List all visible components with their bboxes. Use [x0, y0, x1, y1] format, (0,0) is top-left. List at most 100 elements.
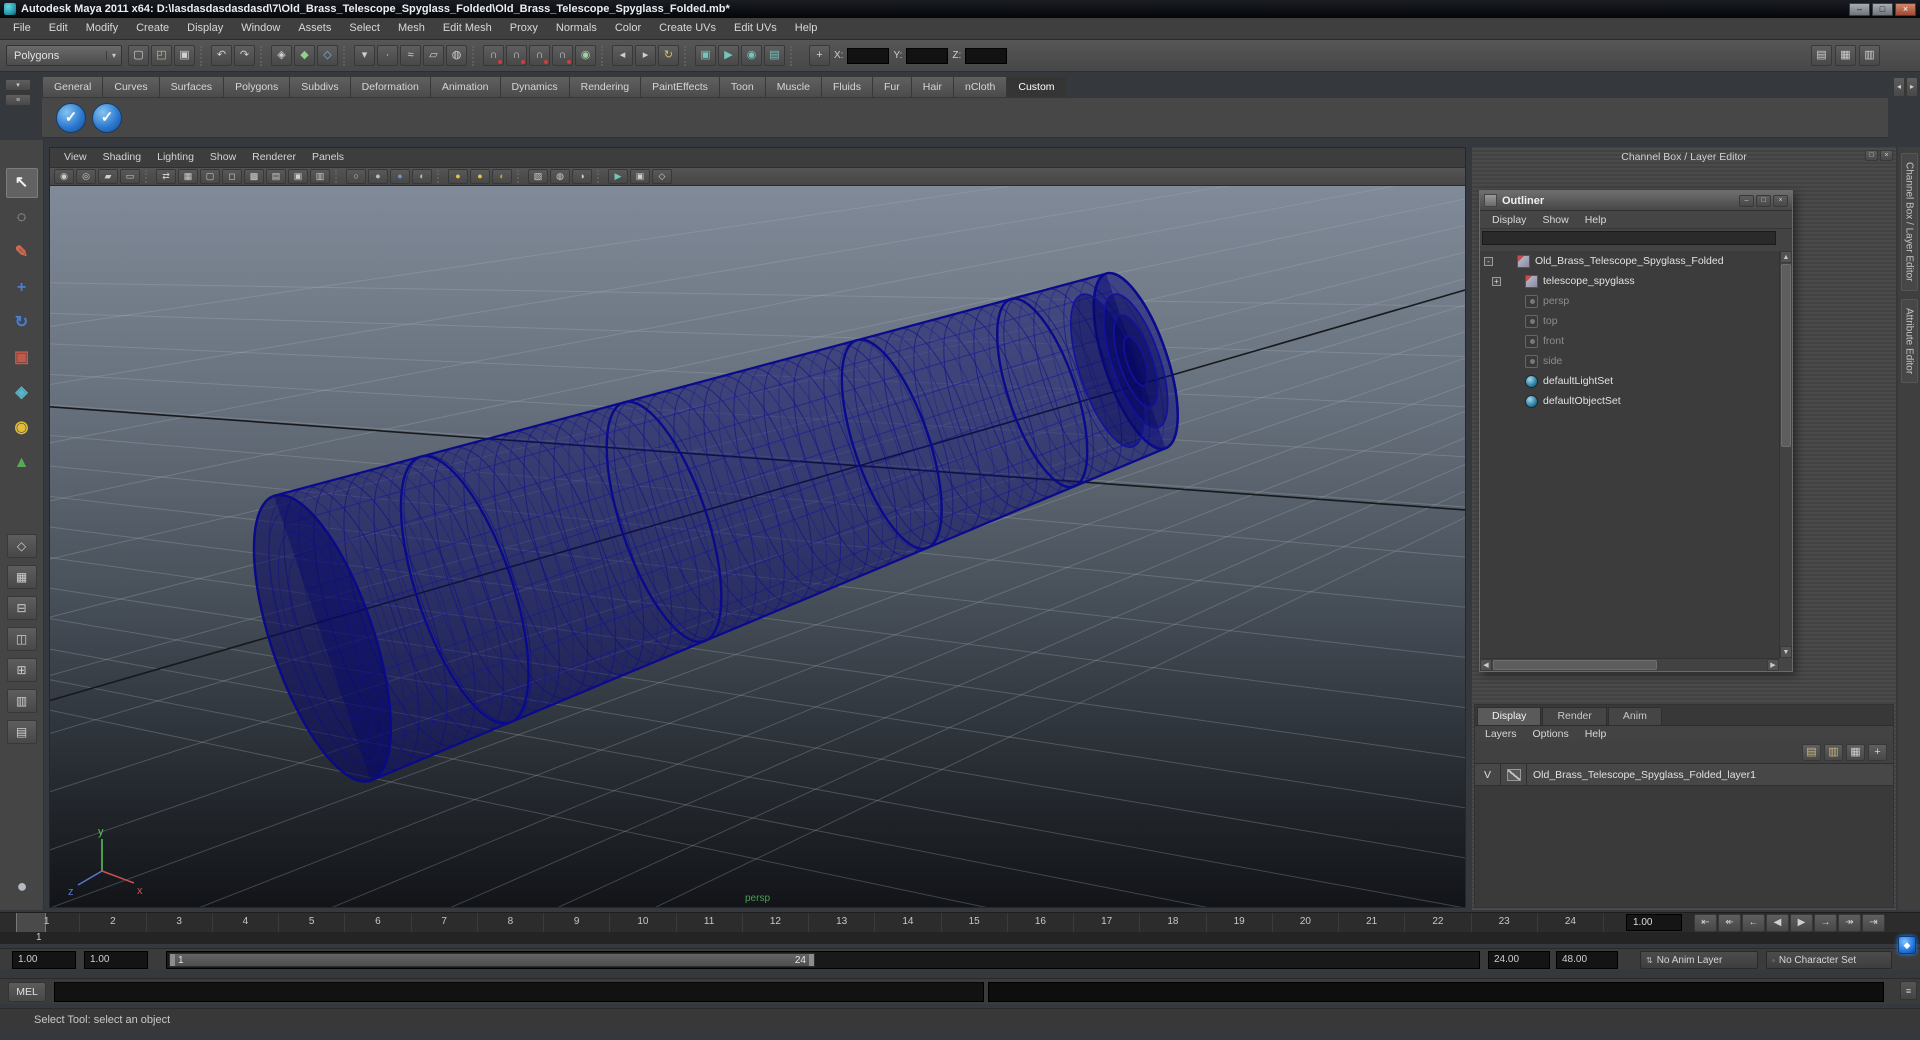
- le-menu-help[interactable]: Help: [1577, 726, 1615, 741]
- outliner-vertical-scrollbar[interactable]: ▲ ▼: [1779, 251, 1792, 658]
- side-tab-channel-box-layer-editor[interactable]: Channel Box / Layer Editor: [1900, 153, 1918, 291]
- close-button[interactable]: ×: [1895, 2, 1916, 16]
- open-scene-icon[interactable]: ◰: [151, 45, 172, 66]
- le-tab-render[interactable]: Render: [1542, 707, 1607, 725]
- menu-mesh[interactable]: Mesh: [389, 18, 434, 39]
- no-lights-icon[interactable]: ●: [448, 169, 468, 184]
- range-slider-active[interactable]: 1 24: [169, 953, 815, 967]
- timeline-tick-9[interactable]: 9: [544, 913, 611, 933]
- timeline-tick-23[interactable]: 23: [1472, 913, 1538, 933]
- shelf-tab-animation[interactable]: Animation: [430, 76, 501, 98]
- outliner-item-telescope-spyglass[interactable]: + telescope_spyglass: [1480, 271, 1779, 291]
- timeline-tick-17[interactable]: 17: [1074, 913, 1141, 933]
- rotate-tool-icon[interactable]: ↻: [6, 308, 38, 338]
- menu-file[interactable]: File: [4, 18, 40, 39]
- shelf-tab-curves[interactable]: Curves: [103, 76, 160, 98]
- layer-name[interactable]: Old_Brass_Telescope_Spyglass_Folded_laye…: [1527, 769, 1756, 781]
- shelf-menu-icon[interactable]: ≡: [5, 94, 31, 106]
- script-editor-icon[interactable]: ≡: [1900, 981, 1917, 1000]
- make-live-icon[interactable]: ◉: [575, 45, 596, 66]
- shelf-tab-painteffects[interactable]: PaintEffects: [641, 76, 720, 98]
- snap-to-points-icon[interactable]: ∩: [529, 45, 550, 66]
- play-backwards-icon[interactable]: ◀: [1766, 914, 1789, 932]
- playback-start-field[interactable]: 1.00: [84, 951, 148, 969]
- camera-attributes-icon[interactable]: ◎: [76, 169, 96, 184]
- timeline-tick-13[interactable]: 13: [809, 913, 876, 933]
- float-panel-icon[interactable]: □: [1865, 150, 1878, 161]
- output-connections-icon[interactable]: ▸: [635, 45, 656, 66]
- new-empty-layer-icon[interactable]: ▦: [1846, 743, 1865, 761]
- range-slider-track[interactable]: 1 24: [166, 951, 1480, 969]
- menu-help[interactable]: Help: [786, 18, 827, 39]
- animation-end-field[interactable]: 48.00: [1556, 951, 1618, 969]
- timeline-tick-6[interactable]: 6: [345, 913, 412, 933]
- side-tab-attribute-editor[interactable]: Attribute Editor: [1900, 298, 1918, 383]
- timeline-tick-1[interactable]: 1: [14, 913, 81, 933]
- menu-modify[interactable]: Modify: [77, 18, 127, 39]
- layout-single-pane-icon[interactable]: ◇: [6, 534, 37, 558]
- absolute-transform-icon[interactable]: +: [809, 45, 830, 66]
- timeline-tick-8[interactable]: 8: [478, 913, 544, 933]
- scene-render-icon[interactable]: ▶: [608, 169, 628, 184]
- textured-display-icon[interactable]: ●: [390, 169, 410, 184]
- toggle-attribute-editor-icon[interactable]: ▥: [1859, 45, 1880, 66]
- menu-edit[interactable]: Edit: [40, 18, 77, 39]
- timeline-tick-4[interactable]: 4: [213, 913, 279, 933]
- redo-icon[interactable]: ↷: [234, 45, 255, 66]
- shelf-tab-general[interactable]: General: [42, 76, 104, 98]
- layer-sort-icon[interactable]: ▥: [1824, 743, 1843, 761]
- step-back-key-icon[interactable]: ↞: [1718, 914, 1741, 932]
- select-by-object-icon[interactable]: ◆: [294, 45, 315, 66]
- select-by-component-icon[interactable]: ◇: [317, 45, 338, 66]
- gate-mask-icon[interactable]: ▩: [244, 169, 264, 184]
- coord-z-input[interactable]: [965, 47, 1008, 64]
- playback-end-field[interactable]: 24.00: [1488, 951, 1550, 969]
- snap-to-grids-icon[interactable]: ∩: [483, 45, 504, 66]
- command-input[interactable]: [54, 982, 984, 1002]
- menu-display[interactable]: Display: [178, 18, 232, 39]
- shelf-tab-fur[interactable]: Fur: [872, 76, 912, 98]
- shelf-tab-custom[interactable]: Custom: [1007, 76, 1067, 98]
- custom-shelf-check-2-icon[interactable]: ✓: [92, 102, 122, 133]
- shadows-icon[interactable]: ◐: [492, 169, 512, 184]
- anim-layer-dropdown[interactable]: ⇅ No Anim Layer: [1640, 951, 1758, 969]
- shelf-scroll-left-icon[interactable]: ◂: [1893, 77, 1905, 97]
- last-tool-icon[interactable]: ▲: [6, 448, 38, 478]
- snapshot-icon[interactable]: ▣: [630, 169, 650, 184]
- outliner-item-top[interactable]: top: [1480, 311, 1779, 331]
- shelf-tab-hair[interactable]: Hair: [911, 76, 954, 98]
- timeline-tick-16[interactable]: 16: [1008, 913, 1074, 933]
- undo-icon[interactable]: ↶: [211, 45, 232, 66]
- mask-rendering-icon[interactable]: ◍: [446, 45, 467, 66]
- outliner-item-defaultobjectset[interactable]: defaultObjectSet: [1480, 391, 1779, 411]
- timeline-tick-21[interactable]: 21: [1339, 913, 1406, 933]
- menu-edit-mesh[interactable]: Edit Mesh: [434, 18, 501, 39]
- select-camera-icon[interactable]: ◉: [54, 169, 74, 184]
- outliner-item-defaultlightset[interactable]: defaultLightSet: [1480, 371, 1779, 391]
- timeline-tick-15[interactable]: 15: [942, 913, 1008, 933]
- new-scene-icon[interactable]: ▢: [128, 45, 149, 66]
- layer-color-swatch[interactable]: [1501, 764, 1527, 785]
- vp-menu-shading[interactable]: Shading: [95, 148, 150, 167]
- save-scene-icon[interactable]: ▣: [174, 45, 195, 66]
- scroll-down-icon[interactable]: ▼: [1780, 646, 1792, 658]
- grid-toggle-icon[interactable]: ▦: [178, 169, 198, 184]
- field-chart-icon[interactable]: ▤: [266, 169, 286, 184]
- select-by-hierarchy-icon[interactable]: ◈: [271, 45, 292, 66]
- timeline-tick-14[interactable]: 14: [875, 913, 942, 933]
- coord-x-input[interactable]: [847, 47, 890, 64]
- shelf-tab-switcher-icon[interactable]: ▾: [5, 79, 31, 91]
- layout-persp-outliner-icon[interactable]: ▥: [6, 689, 37, 713]
- film-gate-icon[interactable]: ▢: [200, 169, 220, 184]
- two-d-pan-zoom-icon[interactable]: ⇄: [156, 169, 176, 184]
- time-slider[interactable]: 1 2 3 4 5 6 7 8 9 10 11 12 13 14 15 16 17 18 19 20 21 22 23 24 …: [0, 912, 1920, 933]
- shelf-tab-rendering[interactable]: Rendering: [569, 76, 642, 98]
- range-handle-right[interactable]: [809, 954, 814, 966]
- menu-edit-uvs[interactable]: Edit UVs: [725, 18, 786, 39]
- mask-surfaces-icon[interactable]: ▱: [423, 45, 444, 66]
- menu-proxy[interactable]: Proxy: [501, 18, 547, 39]
- soft-modification-tool-icon[interactable]: ◉: [6, 413, 38, 443]
- use-default-material-icon[interactable]: ◐: [412, 169, 432, 184]
- le-menu-options[interactable]: Options: [1525, 726, 1577, 741]
- shelf-tab-fluids[interactable]: Fluids: [821, 76, 873, 98]
